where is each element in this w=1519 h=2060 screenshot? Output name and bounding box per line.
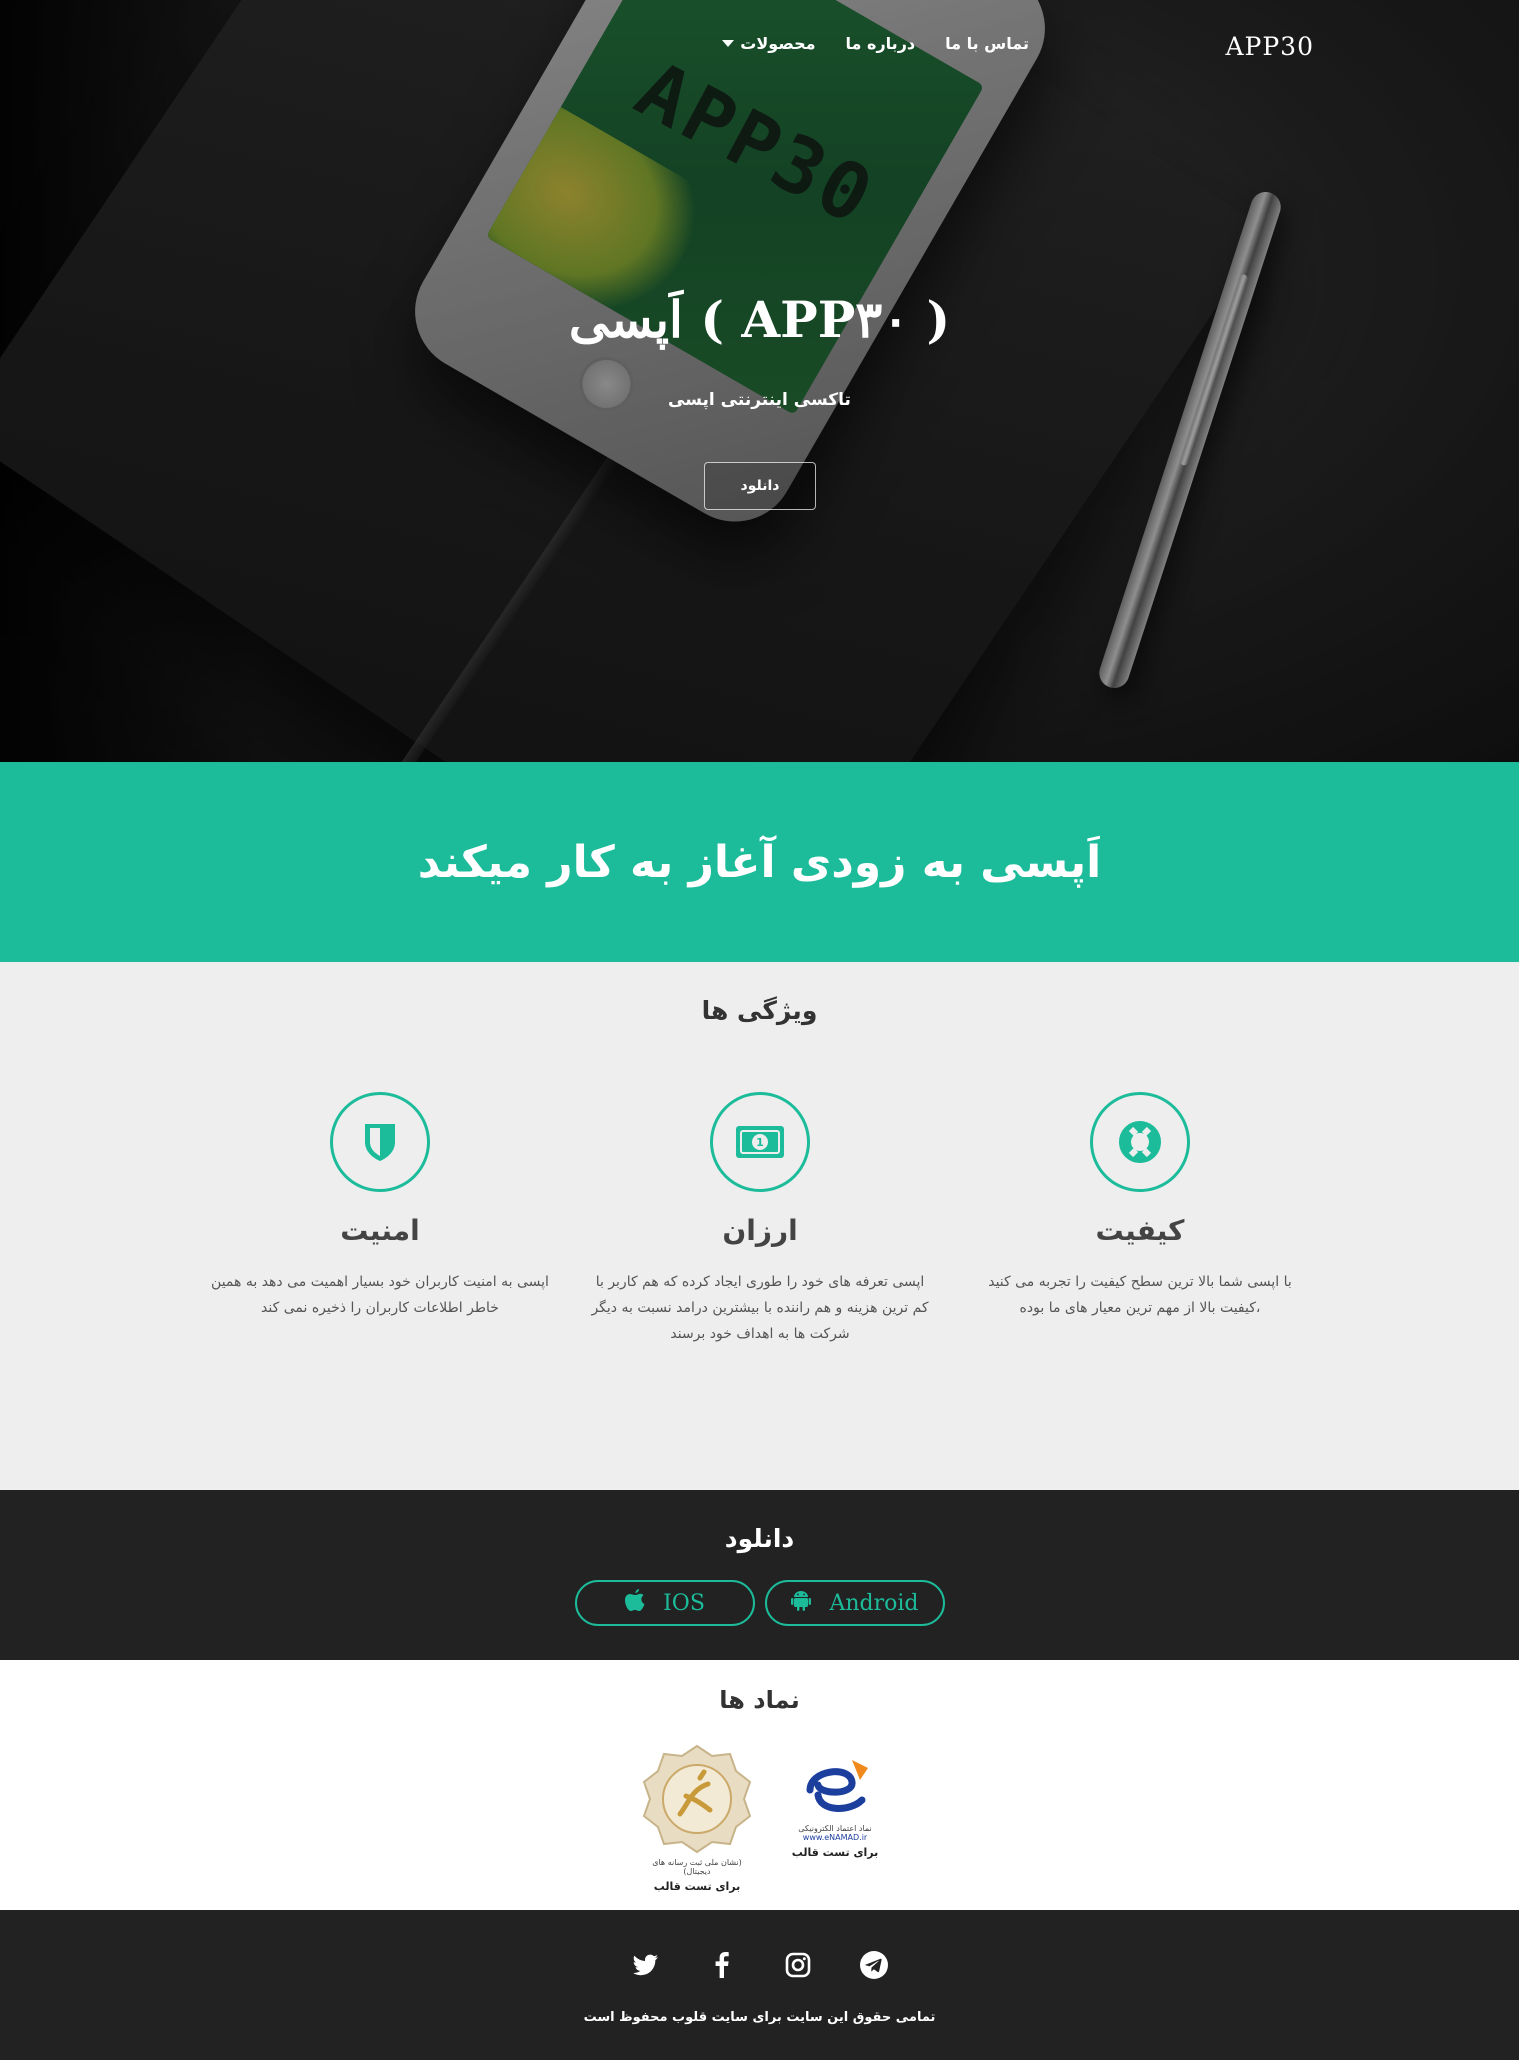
- nav-link-products-dropdown[interactable]: محصولات: [722, 34, 816, 53]
- feature-title: امنیت: [340, 1214, 420, 1247]
- announcement-banner: اَپسی به زودی آغاز به کار میکند: [0, 762, 1519, 962]
- social-links: [0, 1950, 1519, 1980]
- enamad-logo-icon: [806, 1760, 868, 1812]
- ios-label: IOS: [663, 1590, 705, 1616]
- announcement-heading: اَپسی به زودی آغاز به کار میکند: [417, 836, 1102, 888]
- samandehi-small-text: (نشان ملی ثبت رسانه های دیجیتال): [652, 1858, 742, 1876]
- enamad-line2: www.eNAMAD.ir: [802, 1833, 868, 1842]
- caret-down-icon: [722, 40, 735, 47]
- copyright-text: تمامی حقوق این سایت برای سایت قلوب محفوظ…: [583, 2010, 936, 2025]
- android-icon: [791, 1589, 812, 1617]
- instagram-icon[interactable]: [783, 1950, 813, 1980]
- svg-text:1: 1: [756, 1136, 764, 1149]
- features-title: ویژگی ها: [701, 996, 818, 1025]
- feature-security: امنیت اپسی به امنیت کاربران خود بسیار اه…: [210, 1092, 550, 1321]
- lifebuoy-icon: [1090, 1092, 1190, 1192]
- site-footer: تمامی حقوق این سایت برای سایت قلوب محفوظ…: [0, 1910, 1519, 2060]
- android-label: Android: [829, 1590, 919, 1616]
- nav-links: تماس با ما درباره ما محصولات: [722, 34, 1029, 53]
- hero-download-button[interactable]: دانلود: [704, 462, 816, 510]
- trust-symbols-section: نماد ها (نشان ملی ثبت رسانه های دیجیتال)…: [0, 1660, 1519, 1910]
- top-navbar: APP30 تماس با ما درباره ما محصولات: [0, 28, 1519, 68]
- brand-logo[interactable]: APP30: [1225, 32, 1314, 61]
- feature-quality: کیفیت با اپسی شما بالا ترین سطح کیفیت را…: [970, 1092, 1310, 1321]
- hero-section: APP30 APP30 تماس با ما درباره ما محصولات…: [0, 0, 1519, 762]
- apple-icon: [625, 1589, 645, 1617]
- nav-link-label: تماس با ما: [945, 34, 1029, 53]
- download-section: دانلود IOS Android: [0, 1490, 1519, 1660]
- facebook-icon[interactable]: [707, 1950, 737, 1980]
- telegram-icon[interactable]: [859, 1950, 889, 1980]
- enamad-line1: نماد اعتماد الکترونیکی: [798, 1824, 872, 1833]
- hero-overlay: [0, 0, 1519, 762]
- samandehi-caption: برای تست قالب: [653, 1880, 741, 1893]
- feature-cheap: 1 ارزان اپسی تعرفه های خود را طوری ایجاد…: [590, 1092, 930, 1347]
- features-section: ویژگی ها کیفیت با اپسی شما بالا ترین سطح…: [0, 962, 1519, 1490]
- nav-link-label: محصولات: [740, 34, 816, 53]
- nav-link-contact[interactable]: تماس با ما: [945, 34, 1029, 53]
- samandehi-seal-icon: [642, 1744, 752, 1854]
- hero-title: ( APP۳۰ ) اَپسی: [568, 290, 951, 349]
- feature-title: کیفیت: [1095, 1214, 1185, 1247]
- samandehi-badge[interactable]: (نشان ملی ثبت رسانه های دیجیتال) برای تس…: [640, 1744, 754, 1894]
- feature-title: ارزان: [722, 1214, 798, 1247]
- symbols-title: نماد ها: [719, 1686, 800, 1714]
- twitter-icon[interactable]: [631, 1950, 661, 1980]
- android-download-button[interactable]: Android: [765, 1580, 945, 1626]
- nav-link-label: درباره ما: [845, 34, 916, 53]
- feature-text: اپسی به امنیت کاربران خود بسیار اهمیت می…: [211, 1274, 549, 1316]
- enamad-caption: برای تست قالب: [791, 1846, 879, 1859]
- enamad-badge[interactable]: نماد اعتماد الکترونیکی www.eNAMAD.ir برا…: [790, 1750, 880, 1890]
- nav-link-about[interactable]: درباره ما: [846, 34, 916, 53]
- ios-download-button[interactable]: IOS: [575, 1580, 755, 1626]
- feature-text: اپسی تعرفه های خود را طوری ایجاد کرده که…: [591, 1274, 929, 1342]
- download-title: دانلود: [724, 1524, 795, 1553]
- hero-subtitle: تاکسی اینترنتی اپسی: [668, 390, 851, 410]
- money-bill-icon: 1: [710, 1092, 810, 1192]
- feature-text: با اپسی شما بالا ترین سطح کیفیت را تجربه…: [988, 1274, 1292, 1316]
- shield-icon: [330, 1092, 430, 1192]
